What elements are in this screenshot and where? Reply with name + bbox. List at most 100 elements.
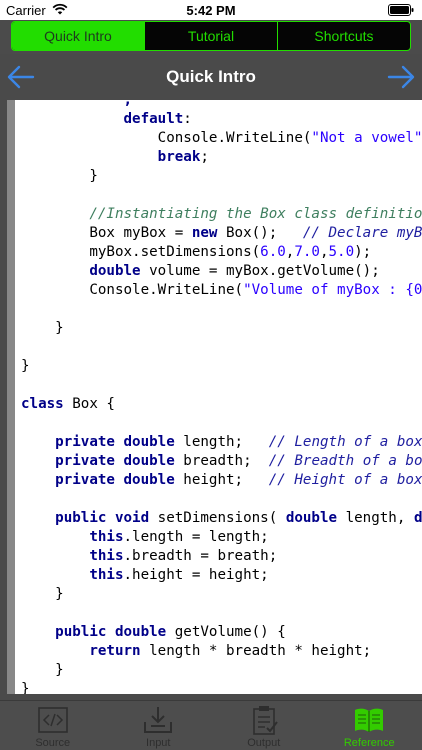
code-line: ; — [21, 100, 422, 110]
code-line: } — [21, 661, 422, 680]
code-token: Box { — [63, 396, 115, 412]
code-token: .height = height; — [123, 567, 269, 583]
code-token: "Not a vowel" — [311, 130, 422, 146]
code-line: this.length = length; — [21, 528, 422, 547]
code-token: length; — [174, 434, 269, 450]
code-line: class Box { — [21, 395, 422, 414]
code-token: } — [21, 586, 64, 602]
page-title: Quick Intro — [166, 67, 256, 86]
code-line: } — [21, 319, 422, 338]
code-icon — [37, 707, 68, 733]
code-token: 7.0 — [294, 244, 320, 260]
code-token: // Length of a box — [268, 434, 422, 450]
code-token: Box myBox = — [21, 225, 192, 241]
code-token: double — [285, 510, 338, 526]
content-area: ; default: Console.WriteLine("Not a vowe… — [0, 100, 422, 700]
segment-tutorial[interactable]: Tutorial — [144, 22, 277, 50]
book-icon — [355, 708, 384, 732]
code-token: public — [55, 510, 107, 526]
code-line: Box myBox = new Box(); // Declare myBox — [21, 224, 422, 243]
tab-label-input: Input — [146, 737, 171, 749]
code-token: getVolume() { — [166, 624, 286, 640]
code-token: length, — [337, 510, 414, 526]
code-token: // Declare myBox — [302, 225, 422, 241]
code-token: ); — [354, 244, 372, 260]
code-token: 5.0 — [328, 244, 355, 260]
code-line: this.breadth = breath; — [21, 547, 422, 566]
code-line: Console.WriteLine("Not a vowel"); — [21, 129, 422, 148]
code-line: //Instantiating the Box class definition — [21, 205, 422, 224]
code-line: } — [21, 357, 422, 376]
code-line: } — [21, 167, 422, 186]
code-line: private double length; // Length of a bo… — [21, 433, 422, 452]
code-token: height; — [174, 472, 269, 488]
segment-quick-intro[interactable]: Quick Intro — [12, 22, 144, 50]
clipboard-check-icon — [252, 706, 278, 735]
code-token: Console.WriteLine( — [21, 282, 244, 298]
code-line: Console.WriteLine("Volume of myBox : {0}… — [21, 281, 422, 300]
code-token: setDimensions( — [149, 510, 286, 526]
code-line: public double getVolume() { — [21, 623, 422, 642]
code-token: double — [114, 624, 167, 640]
code-token: } — [21, 358, 30, 374]
code-token: Box(); — [217, 225, 303, 241]
code-token: 6.0 — [260, 244, 286, 260]
code-line: public void setDimensions( double length… — [21, 509, 422, 528]
code-token: } — [21, 681, 30, 694]
code-token: : — [183, 111, 192, 127]
code-token: private — [55, 472, 115, 488]
code-line: double volume = myBox.getVolume(); — [21, 262, 422, 281]
tab-source[interactable]: Source — [0, 701, 106, 750]
tab-label-output: Output — [247, 737, 281, 749]
tab-input[interactable]: Input — [106, 701, 212, 750]
tab-reference[interactable]: Reference — [317, 701, 422, 750]
code-line: default: — [21, 110, 422, 129]
code-token: breadth; — [174, 453, 269, 469]
code-token: length * breadth * height; — [140, 643, 372, 659]
code-token: return — [89, 643, 141, 659]
segment-shortcuts[interactable]: Shortcuts — [277, 22, 410, 50]
tab-output[interactable]: Output — [211, 701, 317, 750]
code-token: private — [55, 434, 115, 450]
code-line: return length * breadth * height; — [21, 642, 422, 661]
code-token: this — [89, 548, 124, 564]
segmented-control: Quick Intro Tutorial Shortcuts — [11, 21, 411, 51]
status-bar: Carrier 5:42 PM — [0, 0, 422, 20]
download-tray-icon — [144, 707, 173, 733]
code-token: default — [123, 111, 184, 127]
navigation-bar: Quick Intro — [0, 54, 422, 100]
code-token: .breadth = breath; — [123, 548, 278, 564]
code-line: } — [21, 585, 422, 604]
code-line: myBox.setDimensions(6.0,7.0,5.0); — [21, 243, 422, 262]
code-token: double — [123, 472, 175, 488]
code-token: ; — [200, 149, 209, 165]
code-token: , — [319, 244, 329, 260]
code-token: volume = myBox.getVolume(); — [140, 263, 380, 279]
code-token: } — [21, 662, 64, 678]
tab-bar: Source Input Output Reference — [0, 700, 422, 750]
status-time: 5:42 PM — [186, 3, 236, 18]
code-token: } — [21, 168, 98, 184]
code-token: void — [114, 510, 150, 526]
code-token: this — [89, 567, 124, 583]
arrow-right-icon[interactable] — [386, 64, 416, 90]
code-view[interactable]: ; default: Console.WriteLine("Not a vowe… — [7, 100, 422, 694]
code-token: class — [21, 396, 64, 412]
code-token: break — [157, 149, 201, 165]
